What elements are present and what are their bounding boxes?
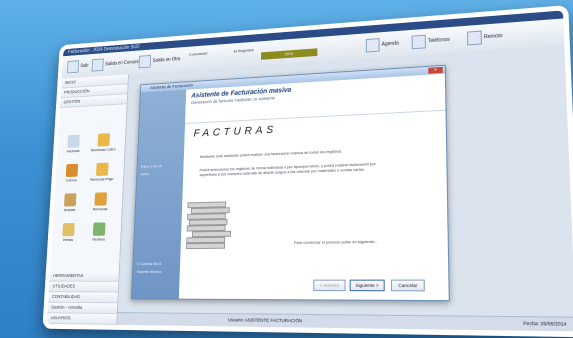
phone-icon bbox=[411, 34, 426, 50]
sidebar-item-contabilidad[interactable]: CONTABILIDAD bbox=[48, 292, 118, 304]
sidebar-item-utilidades[interactable]: UTILIDADES bbox=[48, 281, 119, 293]
sidebar-item-usuarios[interactable]: USUARIOS bbox=[46, 313, 117, 325]
period-badge: 2014 bbox=[260, 48, 318, 60]
phones-button[interactable]: Teléfonos bbox=[411, 31, 450, 51]
app-window: Facturación · 2014 Demostración SUD Sali… bbox=[42, 4, 573, 338]
dialog-content: Asistente de Facturación masiva Generaci… bbox=[178, 73, 449, 301]
regentes-field[interactable]: El Regentes bbox=[234, 47, 254, 60]
next-button[interactable]: Siguiente > bbox=[349, 279, 385, 292]
main-area: Asistente de Facturación × Paso 1 de 10 … bbox=[117, 44, 573, 318]
support-link[interactable]: Soporte técnico bbox=[136, 269, 161, 274]
agenda-icon bbox=[365, 38, 380, 53]
sidebar-item-gestion-consulta[interactable]: Gestión - consulta bbox=[47, 302, 118, 315]
books-illustration bbox=[180, 191, 237, 261]
step-indicator: Paso 1 de 10 bbox=[140, 163, 162, 169]
coins-icon bbox=[65, 163, 79, 178]
folder-icon bbox=[62, 222, 75, 237]
community-icon bbox=[91, 58, 104, 72]
facturas-title: FACTURAS bbox=[193, 124, 278, 140]
sidebar-item-herramientas[interactable]: HERRAMIENTAS bbox=[49, 271, 119, 282]
remote-button[interactable]: Remoto bbox=[466, 27, 503, 47]
chart-icon bbox=[92, 222, 106, 236]
intro-text: Mediante este asistente podrá realizar u… bbox=[199, 148, 343, 159]
grid-item-aceptar[interactable]: Aceptar bbox=[57, 191, 84, 218]
community-button[interactable]: Salida en Comunidad bbox=[91, 54, 146, 74]
grid-item-remesas[interactable]: Remesas bbox=[87, 190, 114, 217]
folder-icon bbox=[97, 133, 111, 147]
step-name: Inicio bbox=[140, 171, 150, 177]
agenda-button[interactable]: Agenda bbox=[365, 35, 399, 55]
back-button[interactable]: < Anterior bbox=[313, 279, 346, 292]
exit-button[interactable]: Salir bbox=[66, 58, 89, 75]
status-date: Fecha: 25/05/2014 bbox=[523, 320, 567, 327]
grid-item-ventas[interactable]: Ventas bbox=[55, 221, 82, 248]
description-text: Podrá seleccionar los registros de forma… bbox=[199, 161, 376, 178]
folder-icon bbox=[95, 162, 109, 176]
community-field[interactable]: Comunidad bbox=[189, 51, 207, 63]
dialog-sidebar: Paso 1 de 10 Inicio © Cuenta 2014 Soport… bbox=[131, 89, 187, 299]
sidebar: INICIO PRODUCCIÓN GESTIÓN Facturas Remes… bbox=[46, 74, 129, 325]
sidebar-grid: Facturas Remesas Cobro Cobros Remesas Pa… bbox=[62, 131, 122, 242]
status-user: Usuario: ASISTENTE FACTURACIÓN bbox=[227, 317, 303, 324]
continue-text: Para comenzar el proceso pulse en siguie… bbox=[293, 238, 378, 245]
sidebar-bottom: HERRAMIENTAS UTILIDADES CONTABILIDAD Ges… bbox=[46, 271, 119, 325]
exit-icon bbox=[66, 60, 80, 74]
statusbar: Usuario: ASISTENTE FACTURACIÓN Fecha: 25… bbox=[117, 312, 573, 332]
grid-item-remesas-cobro[interactable]: Remesas Cobro bbox=[90, 131, 117, 158]
grid-item-recibos[interactable]: Recibos bbox=[85, 220, 112, 247]
app-stage: Facturación · 2014 Demostración SUD Sali… bbox=[14, 4, 573, 338]
grid-item-facturas[interactable]: Facturas bbox=[60, 133, 86, 160]
close-button[interactable]: × bbox=[428, 66, 443, 74]
copyright: © Cuenta 2014 bbox=[136, 261, 162, 267]
grid-item-remesas-pago[interactable]: Remesas Pago bbox=[89, 160, 116, 187]
cancel-button[interactable]: Cancelar bbox=[390, 279, 425, 292]
money-icon bbox=[94, 192, 108, 206]
document-icon bbox=[63, 193, 77, 207]
remote-icon bbox=[466, 30, 482, 46]
other-button[interactable]: Salida en Otra bbox=[138, 51, 180, 70]
other-icon bbox=[138, 54, 152, 69]
wizard-dialog: Asistente de Facturación × Paso 1 de 10 … bbox=[130, 64, 450, 302]
grid-item-cobros[interactable]: Cobros bbox=[58, 162, 85, 189]
invoice-icon bbox=[67, 134, 80, 148]
